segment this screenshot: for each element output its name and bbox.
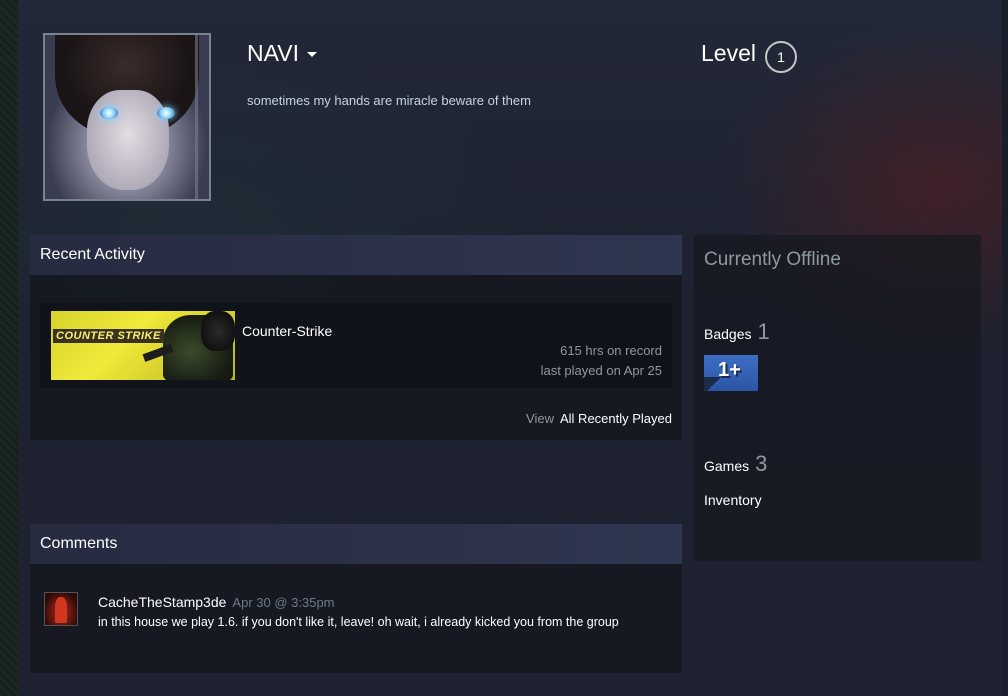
comments-header: Comments: [30, 524, 682, 564]
profile-summary: sometimes my hands are miracle beware of…: [247, 93, 531, 108]
games-link[interactable]: Games 3: [704, 451, 767, 477]
badge-1plus-icon[interactable]: 1+: [704, 355, 758, 391]
avatar-face: [87, 90, 169, 190]
comments-panel: Comments CacheTheStamp3de Apr 30 @ 3:35pm…: [30, 524, 682, 673]
game-last-played: last played on Apr 25: [540, 363, 662, 378]
avatar-eye-left: [100, 107, 118, 119]
badges-link[interactable]: Badges 1: [704, 319, 770, 345]
view-label: View: [526, 411, 554, 426]
games-count: 3: [755, 451, 768, 476]
page-edge-left: [0, 0, 18, 696]
all-recently-played-link[interactable]: All Recently Played: [560, 411, 672, 426]
badges-count: 1: [757, 319, 770, 344]
game-row: COUNTER STRIKE Counter-Strike 615 hrs on…: [40, 303, 672, 388]
games-label: Games: [704, 458, 750, 474]
comment-author-link[interactable]: CacheTheStamp3de: [98, 594, 226, 610]
caret-down-icon: [306, 52, 317, 58]
profile-avatar[interactable]: [43, 33, 211, 201]
comment-avatar-figure: [55, 597, 67, 623]
game-capsule-image[interactable]: COUNTER STRIKE: [51, 311, 235, 380]
level-label: Level: [701, 40, 756, 66]
view-all-recently-played: View All Recently Played: [526, 411, 672, 426]
profile-sidebar: Currently Offline Badges 1 1+ Games 3 Inve…: [694, 235, 981, 561]
avatar-wire: [195, 35, 198, 199]
comment-text: in this house we play 1.6. if you don't …: [98, 615, 619, 629]
inventory-link[interactable]: Inventory: [704, 492, 762, 508]
comment-author-avatar[interactable]: [44, 592, 78, 626]
persona-name-dropdown[interactable]: NAVI: [247, 40, 317, 67]
online-status: Currently Offline: [704, 249, 841, 270]
badge-icon-text: 1+: [718, 359, 741, 381]
game-name-link[interactable]: Counter-Strike: [242, 323, 332, 339]
avatar-eye-right: [157, 107, 175, 119]
page-edge-right: [1002, 0, 1008, 696]
capsule-soldier-2: [201, 311, 235, 351]
persona-name: NAVI: [247, 40, 299, 66]
comment-author-line: CacheTheStamp3de Apr 30 @ 3:35pm: [98, 594, 335, 610]
level-circle-icon[interactable]: 1: [765, 41, 797, 73]
badges-label: Badges: [704, 326, 752, 342]
recent-activity-header: Recent Activity: [30, 235, 682, 275]
comment-timestamp: Apr 30 @ 3:35pm: [232, 595, 335, 610]
capsule-logo: COUNTER STRIKE: [53, 329, 164, 343]
game-hours: 615 hrs on record: [560, 343, 662, 358]
recent-activity-panel: Recent Activity COUNTER STRIKE Counter-S…: [30, 235, 682, 440]
